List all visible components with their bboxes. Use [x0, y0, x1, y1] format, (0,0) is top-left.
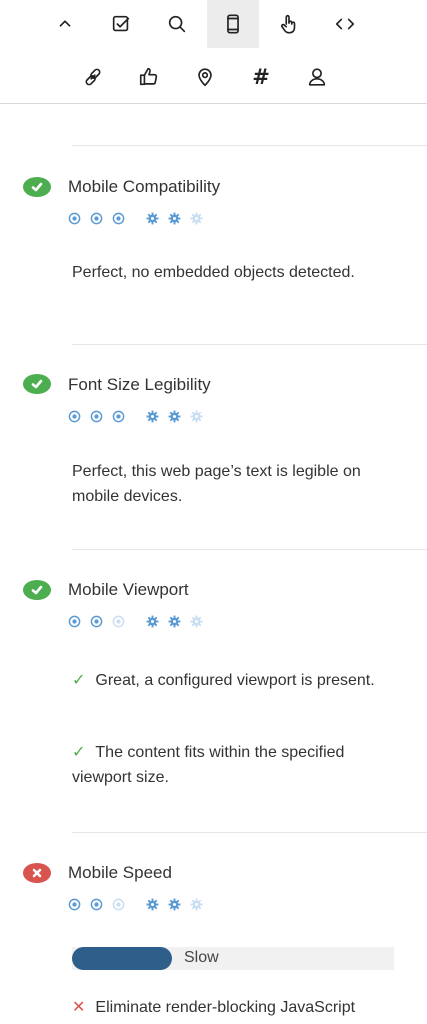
rating-dot-icon — [112, 615, 125, 627]
rating-dot-icon — [90, 212, 103, 224]
section-divider — [72, 145, 427, 146]
section-title: Mobile Viewport — [68, 580, 189, 599]
pass-status-icon — [23, 177, 51, 197]
checkbox-button[interactable] — [95, 0, 147, 48]
hand-pointer-icon — [281, 14, 296, 34]
search-icon — [168, 15, 186, 33]
rating-dot-icon — [68, 615, 81, 627]
map-pin-icon — [198, 68, 212, 87]
pass-status-icon — [23, 374, 51, 394]
chevron-up-icon — [59, 20, 71, 27]
rating-dot-icon — [90, 615, 103, 627]
code-icon — [335, 18, 355, 30]
check-item: ✓ The content fits within the specified v… — [72, 740, 402, 790]
user-icon — [308, 68, 326, 86]
rating-dot-icon — [112, 898, 125, 910]
hash-icon: # — [252, 64, 270, 89]
issue-item: ✕ Eliminate render-blocking JavaScript — [72, 995, 402, 1020]
importance-rating — [68, 211, 212, 225]
check-item: ✓ Great, a configured viewport is present… — [72, 668, 402, 693]
issue-text: Eliminate render-blocking JavaScript — [95, 999, 356, 1016]
x-icon: ✕ — [72, 999, 86, 1016]
hash-button[interactable]: # — [235, 53, 287, 101]
rating-gear-icon — [168, 212, 181, 224]
speed-label: Slow — [184, 949, 219, 966]
importance-rating — [68, 897, 212, 911]
rating-gear-icon — [146, 898, 159, 910]
rating-gear-icon — [190, 898, 203, 910]
section-title: Font Size Legibility — [68, 375, 211, 394]
thumbs-up-button[interactable] — [123, 53, 175, 101]
rating-dot-icon — [112, 212, 125, 224]
importance-rating — [68, 409, 212, 423]
check-icon: ✓ — [72, 744, 86, 761]
section-title: Mobile Speed — [68, 863, 172, 882]
rating-gear-icon — [168, 615, 181, 627]
check-text: Great, a configured viewport is present. — [95, 672, 375, 689]
rating-gear-icon — [146, 615, 159, 627]
check-text: The content fits within the specified vi… — [72, 744, 345, 786]
speed-bar: Slow — [72, 947, 394, 970]
speed-bar-fill — [72, 947, 172, 970]
chevron-up-button[interactable] — [39, 0, 91, 48]
hand-pointer-button[interactable] — [263, 0, 315, 48]
thumbs-up-icon — [139, 67, 158, 86]
rating-gear-icon — [190, 410, 203, 422]
section-divider — [72, 344, 427, 345]
mobile-icon — [227, 14, 239, 34]
toolbar: # — [0, 0, 427, 104]
section-divider — [72, 549, 427, 550]
rating-gear-icon — [146, 212, 159, 224]
section-message: Perfect, this web page’s text is legible… — [72, 463, 361, 505]
user-button[interactable] — [291, 53, 343, 101]
section-divider — [72, 832, 427, 833]
link-button[interactable] — [67, 53, 119, 101]
rating-gear-icon — [168, 410, 181, 422]
importance-rating — [68, 614, 212, 628]
map-pin-button[interactable] — [179, 53, 231, 101]
checkbox-icon — [112, 15, 130, 32]
section-title: Mobile Compatibility — [68, 177, 221, 196]
fail-status-icon — [23, 863, 51, 883]
rating-dot-icon — [90, 410, 103, 422]
rating-gear-icon — [190, 615, 203, 627]
rating-dot-icon — [112, 410, 125, 422]
rating-dot-icon — [68, 410, 81, 422]
section-message: Perfect, no embedded objects detected. — [72, 264, 355, 281]
code-button[interactable] — [319, 0, 371, 48]
rating-gear-icon — [146, 410, 159, 422]
check-icon: ✓ — [72, 672, 86, 689]
search-button[interactable] — [151, 0, 203, 48]
mobile-button[interactable] — [207, 0, 259, 48]
rating-dot-icon — [68, 898, 81, 910]
link-icon — [85, 68, 101, 86]
pass-status-icon — [23, 580, 51, 600]
rating-dot-icon — [68, 212, 81, 224]
rating-gear-icon — [190, 212, 203, 224]
rating-dot-icon — [90, 898, 103, 910]
rating-gear-icon — [168, 898, 181, 910]
